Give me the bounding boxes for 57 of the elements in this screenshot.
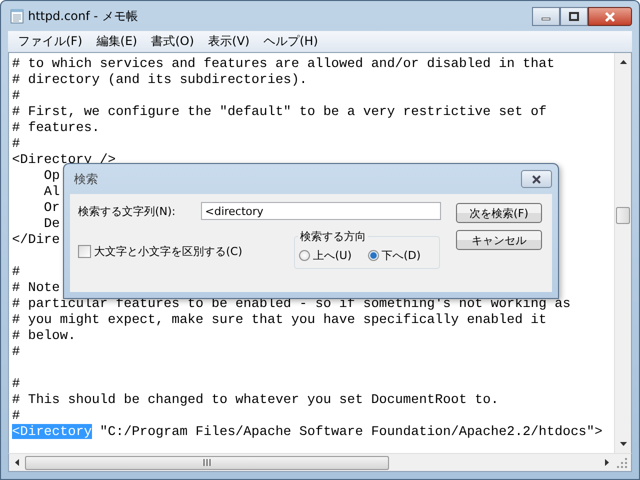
notepad-icon [10,8,24,24]
close-button[interactable] [521,170,552,188]
text-line: De [42,216,60,231]
text-line: # below. [12,328,76,343]
text-line: # to which services and features are allowed and/or disabled in that [12,56,555,71]
text-line: Op [42,168,60,183]
checkbox-label: 大文字と小文字を区別する(C) [94,244,242,259]
find-next-button[interactable]: 次を検索(F) [456,203,542,223]
menu-item[interactable]: 書式(O) [144,32,202,51]
text-line: # This should be changed to whatever you set DocumentRoot to. [12,392,499,407]
vertical-scrollbar[interactable] [614,53,631,453]
minimize-button[interactable] [532,7,560,26]
scroll-thumb[interactable] [25,456,389,470]
text-line: # [12,376,20,391]
menu-item[interactable]: 編集(E) [89,32,144,51]
text-line: Al [42,184,60,199]
maximize-icon [569,12,579,21]
radio-label: 下へ(D) [382,248,421,263]
text-line: # [12,88,20,103]
radio-button[interactable] [368,250,379,261]
close-icon [604,12,616,22]
selected-text: <Directory [12,424,92,439]
grip-icon [203,459,211,466]
menu-item[interactable]: 表示(V) [201,32,257,51]
search-field[interactable]: <directory [201,202,441,220]
field-label: 検索する文字列(N): [78,204,177,218]
checkbox[interactable] [78,245,91,258]
scroll-up-icon [618,59,628,65]
text-line: # you might expect, make sure that you have specifically enabled it [12,312,547,327]
text-line: # [12,136,20,151]
text-line: # directory (and its subdirectories). [12,72,308,87]
close-button[interactable] [588,7,632,26]
group-label: 検索する方向 [298,229,368,244]
dialog-title: 検索 [74,170,98,188]
radio-button[interactable] [299,250,310,261]
cancel-button[interactable]: キャンセル [456,230,542,250]
text-line: # [12,344,20,359]
text-line: # [12,264,20,279]
text-line: Or [42,200,60,215]
maximize-button[interactable] [560,7,588,26]
scroll-down-icon [618,441,628,447]
close-icon [531,174,542,184]
radio-label: 上へ(U) [313,248,352,263]
text-line: <Directory /> [12,152,116,167]
text-line: # features. [12,120,100,135]
menu-item[interactable]: ファイル(F) [11,32,90,51]
menu-item[interactable]: ヘルプ(H) [256,32,325,51]
text-line: # First, we configure the "default" to be a very restrictive set of [12,104,547,119]
text-line: "C:/Program Files/Apache Software Foundation/Apache2.2/htdocs"> [98,424,602,439]
text-line: </Dire [12,232,60,247]
text-line: # [12,408,20,423]
scroll-left-icon [14,458,20,467]
text-line: # Note [12,280,60,295]
window-title: httpd.conf - メモ帳 [28,8,139,24]
scroll-right-icon [604,458,610,467]
resize-grip-icon [615,456,629,470]
scroll-thumb[interactable] [616,207,630,224]
